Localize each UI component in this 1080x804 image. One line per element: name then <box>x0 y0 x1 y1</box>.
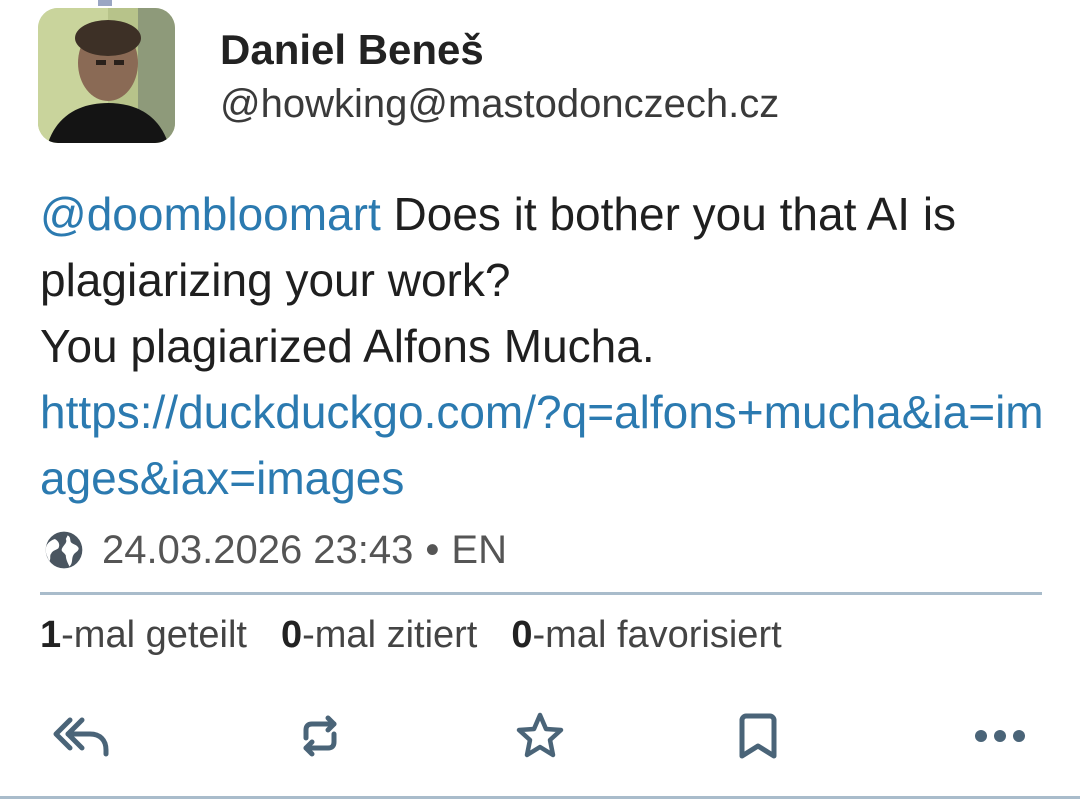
avatar-image <box>38 8 175 143</box>
more-icon <box>975 730 1025 742</box>
external-link[interactable]: https://duckduckgo.com/?q=alfons+mucha&i… <box>40 386 1044 504</box>
author-handle[interactable]: @howking@mastodonczech.cz <box>220 82 779 127</box>
quotes-count: 0 <box>280 614 303 656</box>
mention-link[interactable]: @doombloomart <box>40 188 381 240</box>
bookmark-icon <box>739 713 777 759</box>
quotes-label: -mal zitiert <box>302 614 478 656</box>
language: EN <box>451 527 507 572</box>
avatar[interactable] <box>38 8 175 143</box>
favourites-count: 0 <box>511 614 533 656</box>
more-button[interactable] <box>970 708 1030 764</box>
meta-separator: • <box>425 527 440 572</box>
quotes-stat[interactable]: 0-mal zitiert <box>281 614 477 657</box>
boosts-label: -mal geteilt <box>61 614 247 656</box>
author-display-name[interactable]: Daniel Beneš <box>220 26 484 74</box>
reply-all-icon <box>53 717 109 757</box>
favourite-button[interactable] <box>510 708 570 764</box>
boosts-stat[interactable]: 1-mal geteilt <box>40 614 247 657</box>
bottom-divider <box>0 796 1080 799</box>
post-stats: 1-mal geteilt 0-mal zitiert 0-mal favori… <box>40 614 816 657</box>
boost-button[interactable] <box>290 708 350 764</box>
boosts-count: 1 <box>40 614 62 656</box>
boost-icon <box>303 715 337 757</box>
post-text-line-2: You plagiarized Alfons Mucha. <box>40 320 655 372</box>
action-bar <box>0 700 1080 770</box>
reply-button[interactable] <box>50 708 110 764</box>
divider <box>40 592 1042 595</box>
post-content: @doombloomart Does it bother you that AI… <box>40 181 1050 511</box>
globe-icon <box>45 531 83 569</box>
favourites-stat[interactable]: 0-mal favorisiert <box>511 614 781 657</box>
bookmark-button[interactable] <box>728 708 788 764</box>
post-meta: 24.03.2026 23:43 • EN <box>42 526 507 574</box>
top-edge-indicator <box>98 0 112 6</box>
favourites-label: -mal favorisiert <box>532 614 782 656</box>
star-icon <box>516 712 564 758</box>
timestamp[interactable]: 24.03.2026 23:43 <box>102 528 413 573</box>
